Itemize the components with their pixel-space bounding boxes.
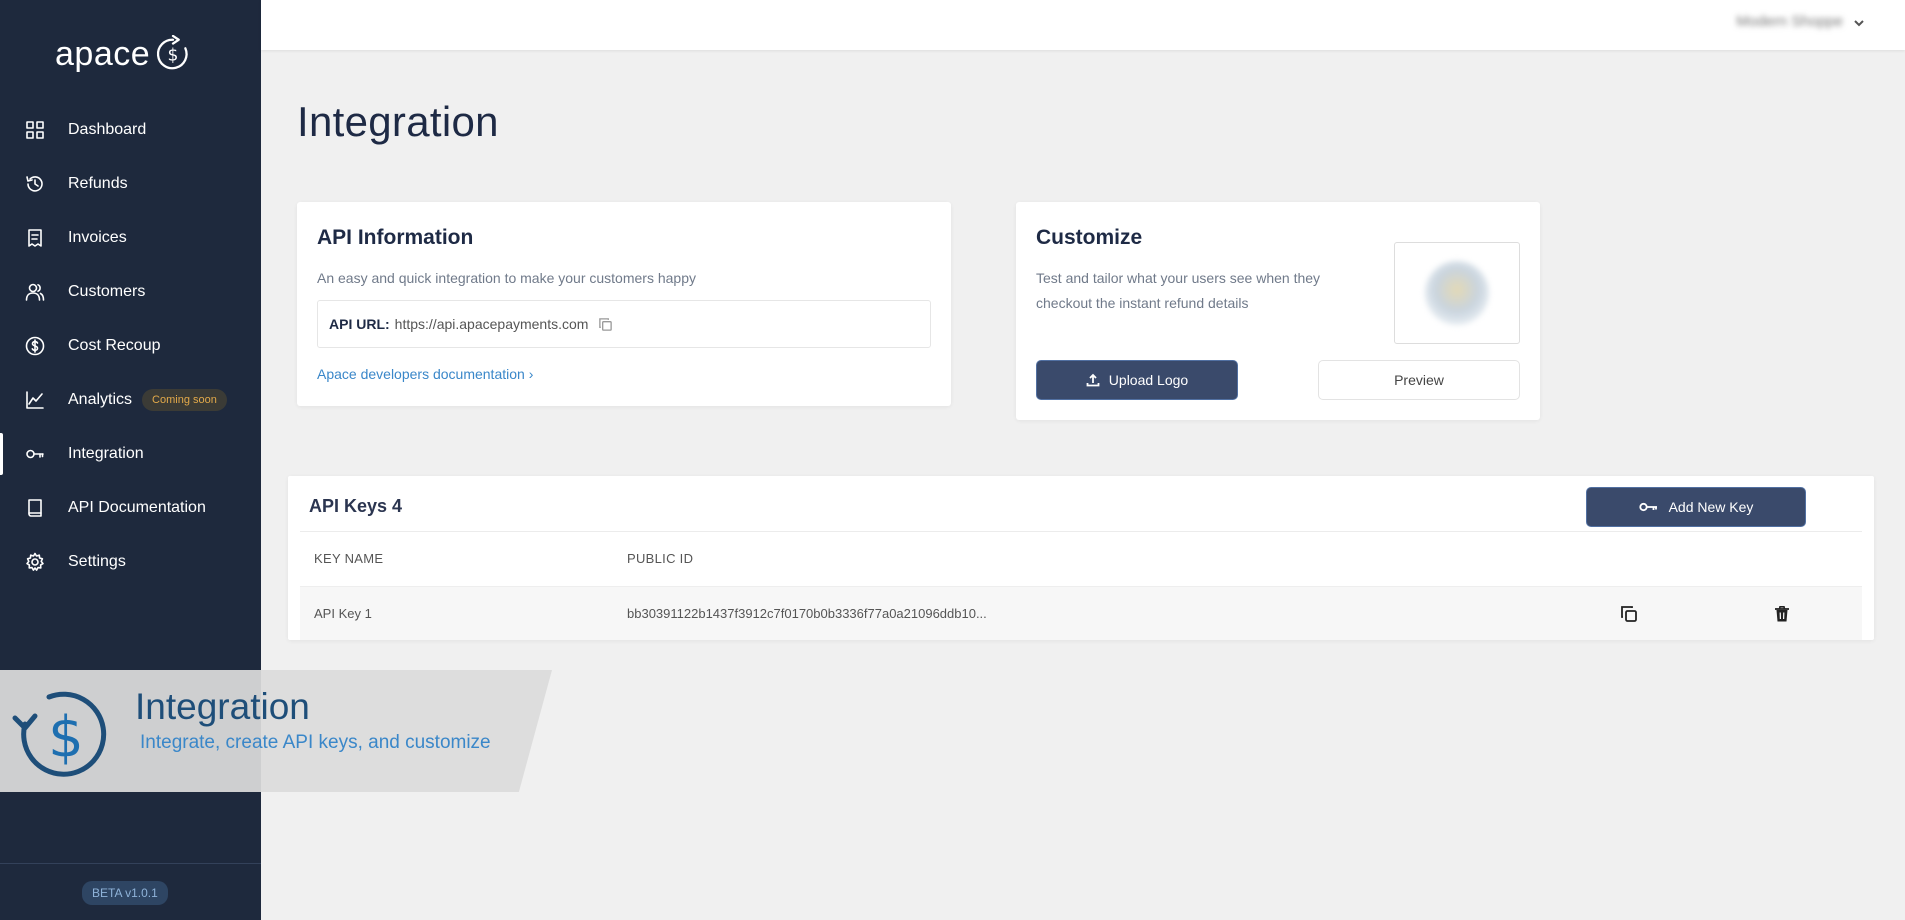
card-description: An easy and quick integration to make yo… xyxy=(317,270,696,286)
card-title: API Information xyxy=(317,226,474,249)
sidebar-item-analytics[interactable]: Analytics Coming soon xyxy=(0,373,261,427)
sidebar-item-dashboard[interactable]: Dashboard xyxy=(0,103,261,157)
card-title: Customize xyxy=(1036,226,1143,249)
description-line: checkout the instant refund details xyxy=(1036,295,1249,311)
button-label: Preview xyxy=(1394,372,1444,388)
column-header-key-name: KEY NAME xyxy=(314,551,384,566)
version-badge: BETA v1.0.1 xyxy=(82,881,168,905)
public-id-cell: bb30391122b1437f3912c7f0170b0b3336f77a0a… xyxy=(627,606,987,621)
book-icon xyxy=(25,498,45,518)
upload-logo-button[interactable]: Upload Logo xyxy=(1036,360,1238,400)
key-icon xyxy=(1638,502,1657,512)
copy-icon[interactable] xyxy=(598,317,613,332)
dollar-circle-icon xyxy=(25,336,45,356)
developers-docs-link[interactable]: Apace developers documentation › xyxy=(317,366,533,382)
sidebar-item-label: Dashboard xyxy=(68,121,147,138)
chevron-right-icon: › xyxy=(528,366,534,382)
user-name: Modern Shoppe xyxy=(1736,13,1843,30)
key-icon xyxy=(25,444,45,464)
brand-logo[interactable]: apace $ xyxy=(55,34,192,74)
sidebar-item-invoices[interactable]: Invoices xyxy=(0,211,261,265)
dollar-refresh-icon: $ xyxy=(12,691,107,777)
divider xyxy=(300,531,1862,532)
sidebar-item-settings[interactable]: Settings xyxy=(0,535,261,589)
card-description: Test and tailor what your users see when… xyxy=(1036,266,1320,316)
api-information-card: API Information An easy and quick integr… xyxy=(297,202,951,406)
sidebar-item-refunds[interactable]: Refunds xyxy=(0,157,261,211)
topbar: Modern Shoppe xyxy=(261,0,1905,50)
sidebar-item-label: Customers xyxy=(68,283,146,300)
sidebar-item-label: Invoices xyxy=(68,229,127,246)
section-banner: $ Integration Integrate, create API keys… xyxy=(0,670,552,792)
sidebar-item-label: Cost Recoup xyxy=(68,337,161,354)
api-url-field: API URL: https://api.apacepayments.com xyxy=(317,300,931,348)
receipt-icon xyxy=(25,228,45,248)
grid-icon xyxy=(25,120,45,140)
brand-name: apace xyxy=(55,35,151,73)
logo-preview xyxy=(1394,242,1520,344)
preview-button[interactable]: Preview xyxy=(1318,360,1520,400)
gear-icon xyxy=(25,552,45,572)
column-header-public-id: PUBLIC ID xyxy=(627,551,694,566)
uploaded-logo-image xyxy=(1425,261,1489,325)
button-label: Add New Key xyxy=(1668,499,1754,515)
api-url-label: API URL: xyxy=(329,316,390,332)
svg-text:$: $ xyxy=(168,46,179,66)
upload-icon xyxy=(1086,373,1100,387)
sidebar-item-cost-recoup[interactable]: Cost Recoup xyxy=(0,319,261,373)
button-label: Upload Logo xyxy=(1108,372,1189,388)
sidebar-nav: Dashboard Refunds Invoices Customers Cos… xyxy=(0,103,261,589)
banner-title: Integration xyxy=(135,686,310,727)
api-keys-title: API Keys 4 xyxy=(309,496,403,516)
trash-icon[interactable] xyxy=(1772,604,1792,624)
svg-text:$: $ xyxy=(48,705,84,770)
sidebar-item-label: API Documentation xyxy=(68,499,206,516)
sidebar-item-label: Analytics xyxy=(68,391,133,408)
user-menu[interactable]: Modern Shoppe xyxy=(1736,13,1865,30)
api-keys-card: API Keys 4 Add New Key KEY NAME PUBLIC I… xyxy=(288,476,1874,640)
docs-link-label: Apace developers documentation xyxy=(317,366,525,382)
sidebar-item-label: Refunds xyxy=(68,175,128,192)
chevron-down-icon xyxy=(1853,16,1865,28)
table-row: API Key 1 bb30391122b1437f3912c7f0170b0b… xyxy=(300,586,1862,640)
api-url-value[interactable]: https://api.apacepayments.com xyxy=(395,316,589,332)
page-title: Integration xyxy=(297,98,499,145)
users-icon xyxy=(25,282,45,302)
sidebar-item-label: Settings xyxy=(68,553,126,570)
sidebar-item-customers[interactable]: Customers xyxy=(0,265,261,319)
chart-line-icon xyxy=(25,390,45,410)
sidebar-divider xyxy=(0,863,261,864)
customize-card: Customize Test and tailor what your user… xyxy=(1016,202,1540,420)
sidebar-item-integration[interactable]: Integration xyxy=(0,427,261,481)
sidebar-item-api-documentation[interactable]: API Documentation xyxy=(0,481,261,535)
dollar-refresh-icon: $ xyxy=(157,35,188,70)
description-line: Test and tailor what your users see when… xyxy=(1036,270,1321,286)
copy-icon[interactable] xyxy=(1619,604,1639,624)
add-new-key-button[interactable]: Add New Key xyxy=(1586,487,1806,527)
sidebar-item-label: Integration xyxy=(68,445,144,462)
key-name-cell: API Key 1 xyxy=(314,606,372,621)
coming-soon-badge: Coming soon xyxy=(142,389,227,411)
banner-subtitle: Integrate, create API keys, and customiz… xyxy=(140,732,491,753)
history-icon xyxy=(25,174,45,194)
